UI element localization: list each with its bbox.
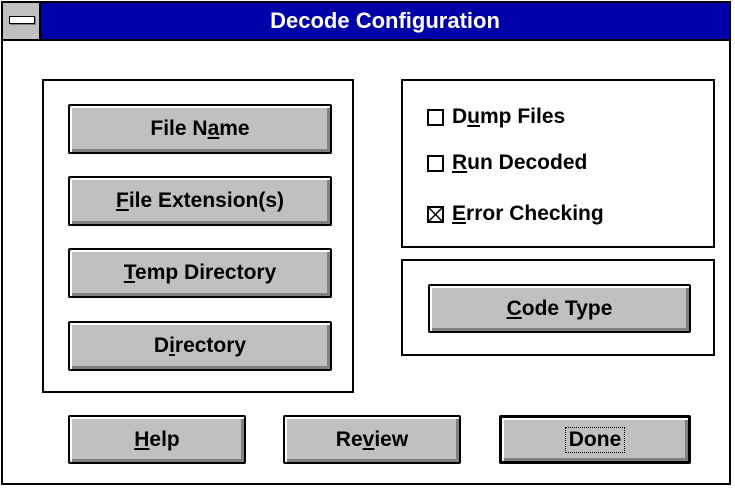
window-title: Decode Configuration (270, 8, 500, 33)
code-type-label: Code Type (506, 296, 613, 320)
help-label: Help (134, 427, 180, 451)
file-extensions-label: File Extension(s) (115, 189, 285, 212)
temp-directory-label: Temp Directory (123, 261, 277, 284)
review-label: Review (335, 427, 409, 451)
error-checking-box[interactable] (427, 205, 444, 223)
run-decoded-label: Run Decoded (452, 151, 588, 174)
file-extensions-button[interactable]: File Extension(s) (68, 176, 332, 226)
system-menu-icon (9, 16, 35, 24)
help-button[interactable]: Help (68, 415, 246, 464)
dump-files-checkbox[interactable]: Dump Files (427, 105, 565, 129)
done-label: Done (564, 426, 626, 453)
directory-label: Directory (153, 334, 247, 357)
run-decoded-box[interactable] (427, 154, 444, 172)
error-checking-label: Error Checking (452, 202, 604, 225)
done-button[interactable]: Done (499, 415, 691, 464)
file-name-label: File Name (150, 117, 250, 140)
error-checking-checkbox[interactable]: Error Checking (427, 202, 604, 226)
file-name-button[interactable]: File Name (68, 104, 332, 154)
system-menu-button[interactable] (3, 3, 41, 39)
title-bar: Decode Configuration (3, 3, 729, 41)
code-type-button[interactable]: Code Type (428, 284, 691, 333)
run-decoded-checkbox[interactable]: Run Decoded (427, 151, 587, 175)
checkmark-x-icon (429, 207, 442, 221)
review-button[interactable]: Review (283, 415, 461, 464)
dump-files-box[interactable] (427, 108, 444, 126)
temp-directory-button[interactable]: Temp Directory (68, 248, 332, 298)
dump-files-label: Dump Files (452, 105, 566, 128)
decode-configuration-dialog: Decode Configuration File Name File Exte… (1, 1, 731, 485)
directory-button[interactable]: Directory (68, 321, 332, 371)
